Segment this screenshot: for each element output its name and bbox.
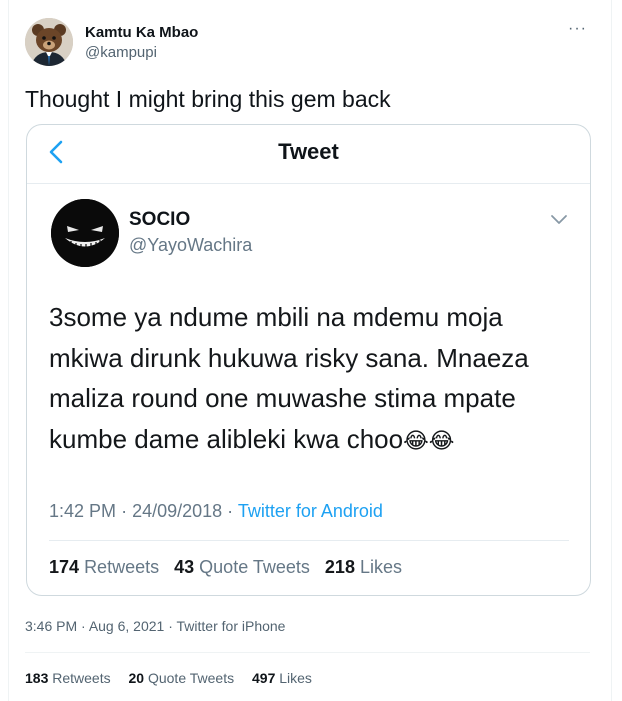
laughing-emoji: 😂😂 bbox=[403, 427, 455, 453]
inner-time: 1:42 PM bbox=[49, 501, 117, 521]
inner-tweet-stats: 174 Retweets 43 Quote Tweets 218 Likes bbox=[49, 557, 402, 578]
author-avatar[interactable] bbox=[25, 18, 73, 66]
inner-date: 24/09/2018 bbox=[132, 501, 223, 521]
inner-source: Twitter for Android bbox=[237, 501, 383, 521]
inner-retweets-label: Retweets bbox=[84, 557, 160, 577]
inner-divider bbox=[49, 540, 569, 541]
likes-label: Likes bbox=[279, 670, 312, 686]
inner-tweet-text: 3some ya ndume mbili na mdemu moja mkiwa… bbox=[49, 297, 569, 461]
inner-author-name: SOCIO bbox=[129, 209, 191, 230]
quotes-label: Quote Tweets bbox=[147, 670, 235, 686]
tweet-time[interactable]: 3:46 PM bbox=[25, 618, 77, 634]
tweet-date[interactable]: Aug 6, 2021 bbox=[89, 618, 165, 634]
card-title: Tweet bbox=[278, 139, 339, 164]
inner-text-line: maliza round one muwashe stima mpate bbox=[49, 383, 516, 413]
quotes-stat[interactable]: 20 Quote Tweets bbox=[129, 670, 235, 686]
tweet-source[interactable]: Twitter for iPhone bbox=[177, 618, 286, 634]
grin-face-avatar-icon bbox=[51, 199, 119, 267]
likes-count: 497 bbox=[252, 670, 276, 686]
inner-text-line: kumbe dame alibleki kwa choo bbox=[49, 423, 404, 454]
inner-tweet-meta: 1:42 PM · 24/09/2018 · Twitter for Andro… bbox=[49, 501, 383, 521]
inner-likes-label: Likes bbox=[359, 557, 403, 577]
tweet-text: Thought I might bring this gem back bbox=[25, 86, 391, 112]
retweets-count: 183 bbox=[25, 670, 49, 686]
retweets-stat[interactable]: 183 Retweets bbox=[25, 670, 111, 686]
stats-divider bbox=[25, 652, 590, 653]
card-header: Tweet bbox=[27, 125, 590, 184]
inner-likes-count: 218 bbox=[324, 557, 355, 577]
embedded-tweet-screenshot: Tweet SOCIO @YayoWachira 3some ya ndume … bbox=[26, 124, 591, 596]
inner-author-handle: @YayoWachira bbox=[129, 235, 253, 255]
chevron-down-icon bbox=[549, 213, 569, 232]
inner-text-line: mkiwa dirunk hukuwa risky sana. Mnaeza bbox=[49, 342, 529, 373]
author-handle[interactable]: @kampupi bbox=[85, 44, 157, 61]
tweet-stats: 183 Retweets 20 Quote Tweets 497 Likes bbox=[25, 670, 312, 686]
author-name[interactable]: Kamtu Ka Mbao bbox=[85, 24, 198, 41]
inner-author-avatar bbox=[51, 199, 119, 267]
tweet-meta: 3:46 PM · Aug 6, 2021 · Twitter for iPho… bbox=[25, 618, 286, 634]
inner-text-line: 3some ya ndume mbili na mdemu moja bbox=[49, 302, 503, 332]
inner-quotes-label: Quote Tweets bbox=[199, 557, 310, 577]
likes-stat[interactable]: 497 Likes bbox=[252, 670, 312, 686]
quotes-count: 20 bbox=[128, 670, 145, 686]
bear-avatar-icon bbox=[25, 18, 73, 66]
inner-retweets-count: 174 bbox=[49, 557, 80, 577]
inner-quotes-count: 43 bbox=[174, 557, 195, 577]
retweets-label: Retweets bbox=[52, 670, 111, 686]
more-options-icon[interactable]: ··· bbox=[568, 20, 587, 38]
